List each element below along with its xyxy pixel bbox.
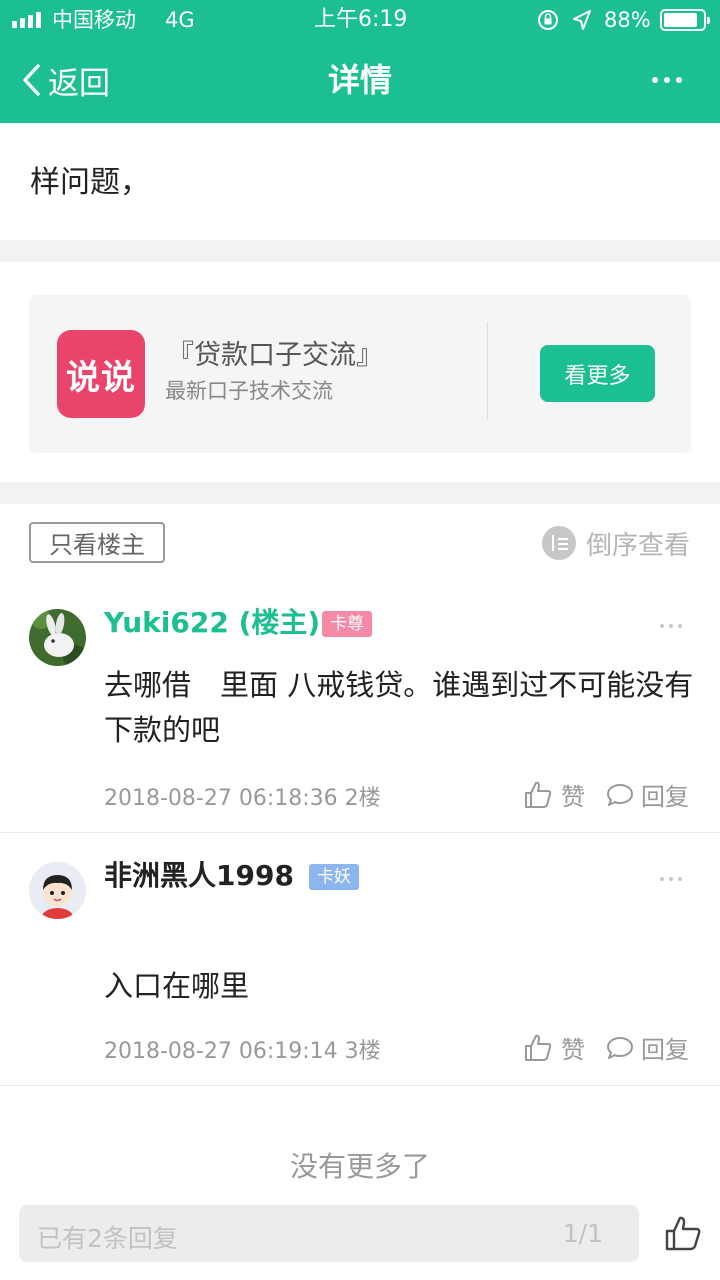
comment-text: 去哪借 里面 八戒钱贷。谁遇到过不可能没有下款的吧 bbox=[104, 668, 694, 747]
like-button[interactable]: 赞 bbox=[523, 777, 585, 812]
more-options-button[interactable] bbox=[652, 60, 682, 100]
thumbs-up-icon bbox=[525, 1034, 552, 1061]
comment-divider bbox=[0, 1085, 720, 1086]
signal-icon bbox=[12, 10, 41, 28]
rabbit-avatar-icon bbox=[29, 609, 86, 666]
card-divider bbox=[487, 322, 488, 420]
reply-label: 回复 bbox=[641, 1036, 689, 1064]
location-arrow-icon bbox=[573, 10, 591, 30]
group-subtitle: 最新口子技术交流 bbox=[165, 379, 333, 403]
like-label: 赞 bbox=[561, 783, 585, 811]
like-label: 赞 bbox=[561, 1036, 585, 1064]
reply-button[interactable]: 回复 bbox=[605, 777, 689, 812]
thumbs-up-icon bbox=[525, 781, 552, 808]
group-card[interactable]: 说说 『贷款口子交流』 最新口子技术交流 看更多 bbox=[29, 295, 691, 453]
see-more-button[interactable]: 看更多 bbox=[540, 345, 655, 402]
top-nav-bar: 中国移动 4G 上午6:19 88% 返回 详情 bbox=[0, 0, 720, 123]
only-op-toggle[interactable]: 只看楼主 bbox=[29, 522, 165, 563]
cartoon-kid-avatar-icon bbox=[29, 862, 86, 919]
commenter-name[interactable]: 非洲黑人1998 bbox=[104, 858, 294, 894]
avatar[interactable] bbox=[29, 609, 86, 666]
like-button[interactable]: 赞 bbox=[523, 1030, 585, 1065]
rank-badge: 卡尊 bbox=[322, 611, 372, 637]
comment-divider bbox=[0, 832, 720, 833]
carrier-label: 中国移动 bbox=[52, 8, 136, 32]
section-divider bbox=[0, 482, 720, 504]
rank-badge: 卡妖 bbox=[309, 864, 359, 890]
page-title: 详情 bbox=[327, 61, 392, 99]
thumbs-up-icon[interactable] bbox=[664, 1215, 702, 1253]
reply-input[interactable]: 已有2条回复 1/1 bbox=[19, 1205, 639, 1262]
reply-placeholder: 已有2条回复 bbox=[37, 1224, 178, 1253]
reply-label: 回复 bbox=[641, 783, 689, 811]
reply-button[interactable]: 回复 bbox=[605, 1030, 689, 1065]
no-more-label: 没有更多了 bbox=[289, 1150, 430, 1183]
group-title: 『贷款口子交流』 bbox=[167, 340, 383, 371]
network-label: 4G bbox=[165, 8, 195, 32]
orientation-lock-icon bbox=[538, 10, 558, 30]
comment-bubble-icon bbox=[607, 783, 633, 806]
page-indicator: 1/1 bbox=[562, 1219, 603, 1248]
comment-meta: 2018-08-27 06:18:36 2楼 bbox=[104, 786, 381, 811]
avatar[interactable] bbox=[29, 862, 86, 919]
post-text-line: 样问题， bbox=[30, 165, 150, 200]
commenter-name[interactable]: Yuki622 (楼主) bbox=[104, 605, 320, 641]
reverse-order-label: 倒序查看 bbox=[585, 530, 690, 561]
battery-icon bbox=[660, 9, 710, 31]
clock: 上午6:19 bbox=[314, 7, 408, 32]
section-divider bbox=[0, 240, 720, 262]
comment-text: 入口在哪里 bbox=[104, 969, 250, 1003]
sort-icon bbox=[541, 526, 576, 560]
battery-fill bbox=[664, 13, 698, 27]
comment-menu-button[interactable] bbox=[660, 624, 682, 628]
comment-meta: 2018-08-27 06:19:14 3楼 bbox=[104, 1039, 381, 1064]
post-body-continued: 样问题， bbox=[30, 157, 690, 208]
comment-bubble-icon bbox=[607, 1036, 633, 1059]
comment-menu-button[interactable] bbox=[660, 877, 682, 881]
reverse-order-button[interactable]: 倒序查看 bbox=[541, 524, 690, 562]
battery-percent: 88% bbox=[604, 8, 651, 32]
group-app-icon: 说说 bbox=[57, 330, 145, 418]
